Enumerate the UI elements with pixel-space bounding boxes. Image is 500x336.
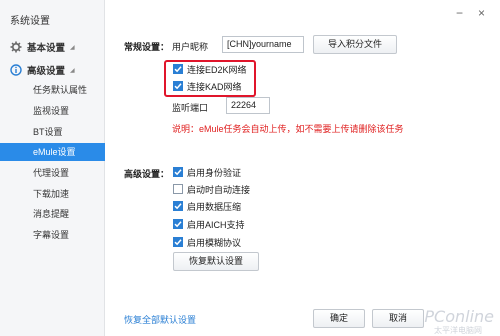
checkbox-checked-icon[interactable] [173,237,183,247]
caret-icon: ◢ [70,44,75,51]
checkbox-checked-icon[interactable] [173,219,183,229]
close-button[interactable]: × [478,6,485,20]
sidebar-group-label: 高级设置 [27,66,66,77]
checkbox-checked-icon[interactable] [173,201,183,211]
checkbox-label: 启用AICH支持 [187,219,245,230]
nickname-label: 用户昵称 [172,42,209,52]
checkbox-checked-icon[interactable] [173,81,183,91]
caret-icon: ◢ [70,67,75,74]
restore-all-defaults-link[interactable]: 恢复全部默认设置 [124,313,196,326]
general-section-label: 常规设置： [124,42,170,52]
checkbox-label: 启用数据压缩 [187,201,242,212]
import-credits-button[interactable]: 导入积分文件 [313,35,397,54]
restore-defaults-button[interactable]: 恢复默认设置 [173,252,259,271]
port-label: 监听端口 [172,103,209,113]
checkbox-auth[interactable]: 启用身份验证 [173,166,241,178]
sidebar-item-proxy[interactable]: 代理设置 [0,164,105,182]
checkbox-kad[interactable]: 连接KAD网络 [173,80,242,92]
gear-icon [10,41,22,53]
emule-upload-note: 说明：eMule任务会自动上传，如不需要上传请删除该任务 [172,124,404,134]
checkbox-unchecked-icon[interactable] [173,184,183,194]
nickname-input[interactable]: [CHN]yourname [222,36,304,53]
checkbox-label: 连接ED2K网络 [187,64,247,75]
checkbox-label: 启用身份验证 [187,167,242,178]
checkbox-label: 启用模糊协议 [187,237,242,248]
sidebar-item-notifications[interactable]: 消息提醒 [0,205,105,223]
sidebar-item-emule[interactable]: eMule设置 [0,143,105,161]
sidebar-item-subtitles[interactable]: 字幕设置 [0,226,105,244]
port-input[interactable]: 22264 [226,97,270,114]
advanced-section-label: 高级设置： [124,169,170,179]
checkbox-label: 启动时自动连接 [187,184,251,195]
settings-window: 系统设置 基本设置 ◢ 高级设置 ◢ 任务默认属性 监视设置 BT设置 eMul… [0,0,500,336]
sidebar-item-bt[interactable]: BT设置 [0,123,105,141]
minimize-button[interactable]: − [456,6,463,20]
sidebar-item-acceleration[interactable]: 下载加速 [0,185,105,203]
sidebar-item-task-defaults[interactable]: 任务默认属性 [0,81,105,99]
checkbox-ed2k[interactable]: 连接ED2K网络 [173,63,247,75]
sidebar-item-monitor[interactable]: 监视设置 [0,102,105,120]
sidebar: 系统设置 基本设置 ◢ 高级设置 ◢ 任务默认属性 监视设置 BT设置 eMul… [0,0,105,336]
sidebar-group-label: 基本设置 [27,43,66,54]
sidebar-group-advanced[interactable]: 高级设置 ◢ [10,63,75,77]
checkbox-aich[interactable]: 启用AICH支持 [173,218,245,230]
watermark-subtitle: 太平洋电脑网 [434,326,482,335]
checkbox-obfuscation[interactable]: 启用模糊协议 [173,236,241,248]
watermark-logo: PConline [424,307,494,326]
sidebar-group-basic[interactable]: 基本设置 ◢ [10,40,75,54]
checkbox-autoconnect[interactable]: 启动时自动连接 [173,183,250,195]
ok-button[interactable]: 确定 [313,309,365,328]
info-circle-icon [10,64,22,76]
cancel-button[interactable]: 取消 [372,309,424,328]
checkbox-checked-icon[interactable] [173,64,183,74]
checkbox-label: 连接KAD网络 [187,81,242,92]
checkbox-checked-icon[interactable] [173,167,183,177]
window-title: 系统设置 [10,16,50,27]
checkbox-compression[interactable]: 启用数据压缩 [173,200,241,212]
